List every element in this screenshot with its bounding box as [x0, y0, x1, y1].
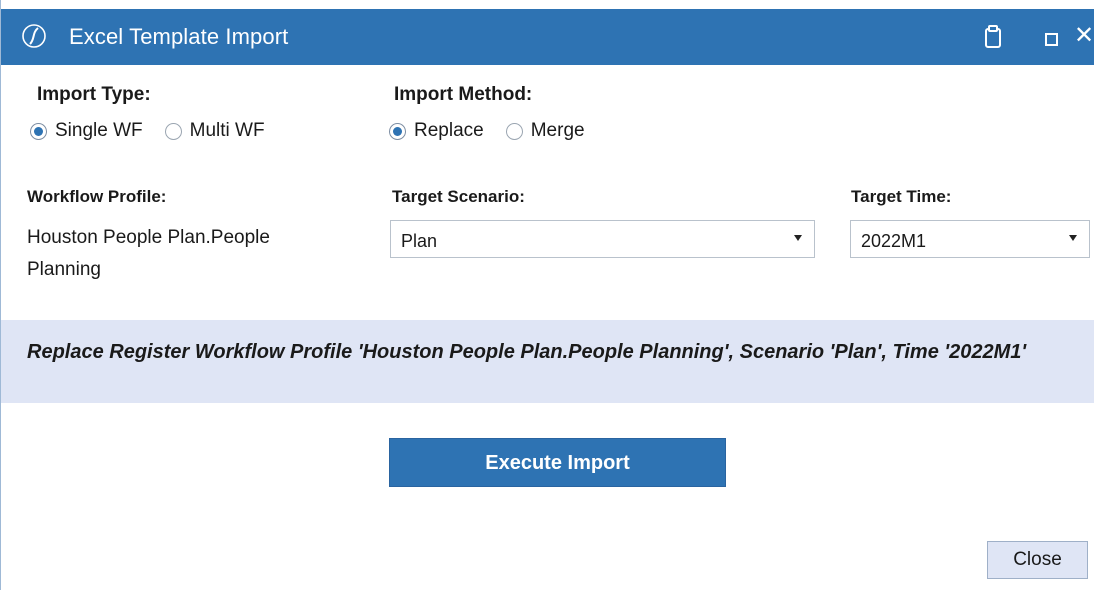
- excel-template-import-dialog: Excel Template Import ✕ Import Type: Sin…: [0, 0, 1094, 590]
- import-summary-text: Replace Register Workflow Profile 'Houst…: [27, 341, 1027, 363]
- radio-replace-button[interactable]: [389, 122, 406, 140]
- radio-replace-label: Replace: [414, 120, 484, 141]
- target-time-value: 2022M1: [861, 231, 927, 251]
- target-scenario-label: Target Scenario:: [392, 187, 525, 206]
- target-time-select[interactable]: 2022M1: [850, 220, 1090, 258]
- close-button[interactable]: Close: [987, 541, 1088, 579]
- app-logo-icon: [22, 24, 46, 48]
- radio-multi-wf-label: Multi WF: [189, 120, 265, 141]
- radio-replace[interactable]: Replace: [389, 120, 484, 142]
- radio-merge-button[interactable]: [505, 122, 523, 140]
- radio-merge-label: Merge: [530, 120, 585, 141]
- execute-import-button[interactable]: Execute Import: [389, 438, 726, 487]
- chevron-down-icon[interactable]: [1069, 235, 1077, 241]
- maximize-icon[interactable]: [1045, 33, 1058, 46]
- title-bar[interactable]: Excel Template Import ✕: [1, 9, 1094, 65]
- radio-merge[interactable]: Merge: [505, 120, 585, 142]
- radio-single-wf-label: Single WF: [55, 120, 143, 141]
- workflow-profile-value: Houston People Plan.People Planning: [27, 227, 270, 280]
- close-icon[interactable]: ✕: [1074, 24, 1094, 48]
- window-title: Excel Template Import: [69, 24, 289, 49]
- radio-single-wf-button[interactable]: [30, 122, 47, 140]
- clipboard-icon[interactable]: [983, 25, 1003, 49]
- radio-multi-wf[interactable]: Multi WF: [164, 120, 265, 142]
- workflow-profile-label: Workflow Profile:: [27, 187, 167, 206]
- import-method-radio-group: Replace Merge: [389, 120, 607, 142]
- radio-multi-wf-button[interactable]: [164, 122, 182, 140]
- target-time-label: Target Time:: [851, 187, 952, 206]
- import-type-radio-group: Single WF Multi WF: [30, 120, 287, 142]
- chevron-down-icon[interactable]: [794, 235, 802, 241]
- import-method-label: Import Method:: [394, 84, 533, 105]
- target-scenario-value: Plan: [401, 231, 438, 251]
- radio-single-wf[interactable]: Single WF: [30, 120, 143, 142]
- target-scenario-select[interactable]: Plan: [390, 220, 815, 258]
- import-summary-banner: Replace Register Workflow Profile 'Houst…: [1, 320, 1094, 403]
- import-type-label: Import Type:: [37, 84, 151, 105]
